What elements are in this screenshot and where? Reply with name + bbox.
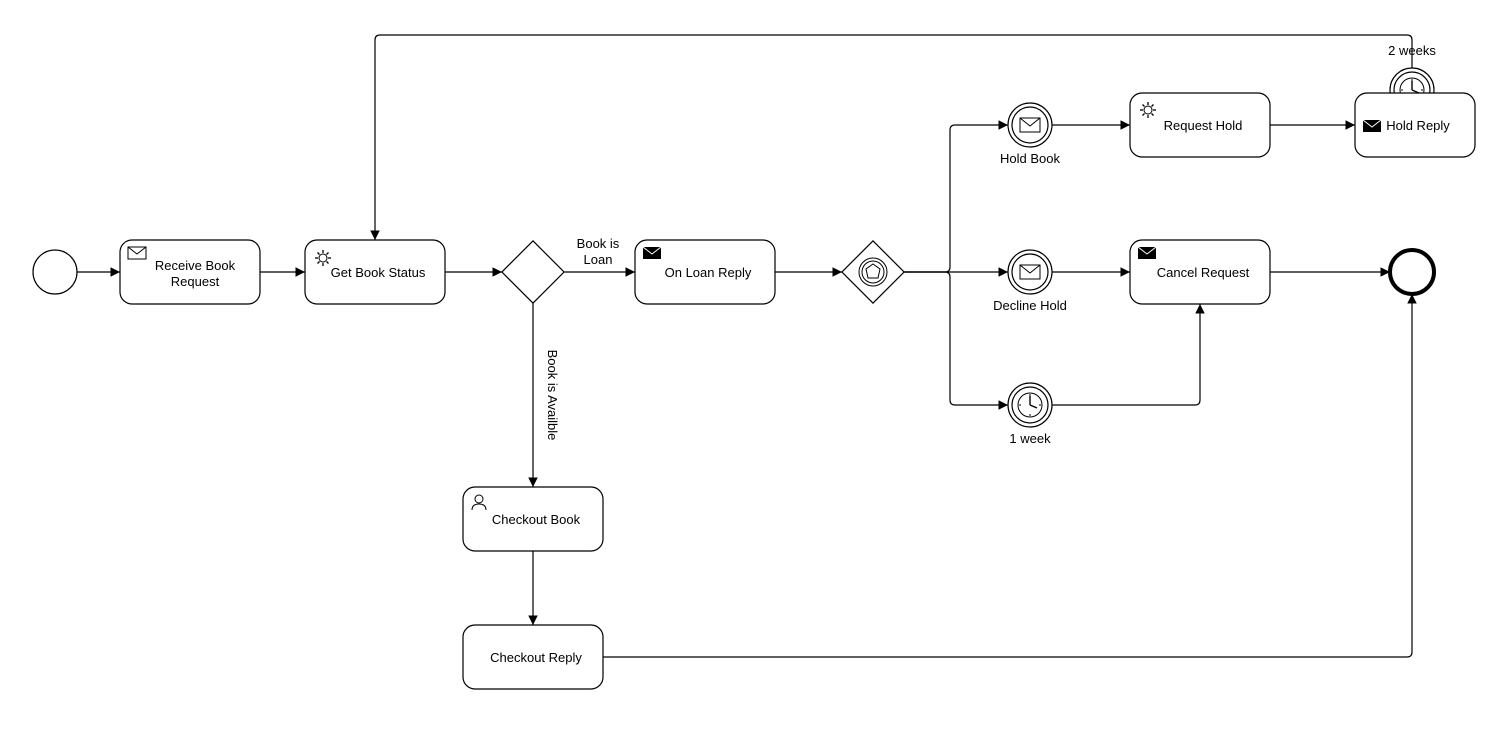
end-event[interactable] [1390,250,1434,294]
cancel-request-label: Cancel Request [1157,265,1250,280]
edge-1week-to-cancel [1052,304,1200,405]
decline-hold-event[interactable]: Decline Hold [993,250,1067,313]
get-book-status-label: Get Book Status [331,265,426,280]
on-loan-reply-label: On Loan Reply [665,265,752,280]
receive-book-request-task[interactable]: Receive BookRequest [120,240,260,304]
event-based-gateway[interactable] [842,241,904,303]
hold-reply-label: Hold Reply [1386,118,1450,133]
envelope-filled-icon [643,247,661,259]
get-book-status-task[interactable]: Get Book Status [305,240,445,304]
on-loan-reply-task[interactable]: On Loan Reply [635,240,775,304]
start-event[interactable] [33,250,77,294]
envelope-icon [128,247,146,259]
edge-label-book-is-available: Book is Availble [545,350,560,441]
hold-reply-task[interactable]: Hold Reply [1355,93,1475,157]
exclusive-gateway[interactable] [502,241,564,303]
checkout-reply-task[interactable]: Checkout Reply [463,625,603,689]
envelope-filled-icon [1363,120,1381,132]
hold-book-label: Hold Book [1000,151,1060,166]
cancel-request-task[interactable]: Cancel Request [1130,240,1270,304]
edge-label-book-is-loan: Book isLoan [577,236,620,267]
edge-evgateway-to-holdbook [904,125,1008,272]
bpmn-diagram: Hold Book Decline Hold 1 week 2 weeks [0,0,1500,732]
edge-evgateway-to-1week [904,272,1008,405]
one-week-label: 1 week [1009,431,1051,446]
one-week-timer-event[interactable]: 1 week [1008,383,1052,446]
edge-checkoutreply-to-end [603,294,1412,657]
envelope-filled-icon [1138,247,1156,259]
checkout-book-label: Checkout Book [492,512,581,527]
hold-book-event[interactable]: Hold Book [1000,103,1060,166]
request-hold-task[interactable]: Request Hold [1130,93,1270,157]
checkout-reply-label: Checkout Reply [490,650,582,665]
decline-hold-label: Decline Hold [993,298,1067,313]
request-hold-label: Request Hold [1164,118,1243,133]
checkout-book-task[interactable]: Checkout Book [463,487,603,551]
